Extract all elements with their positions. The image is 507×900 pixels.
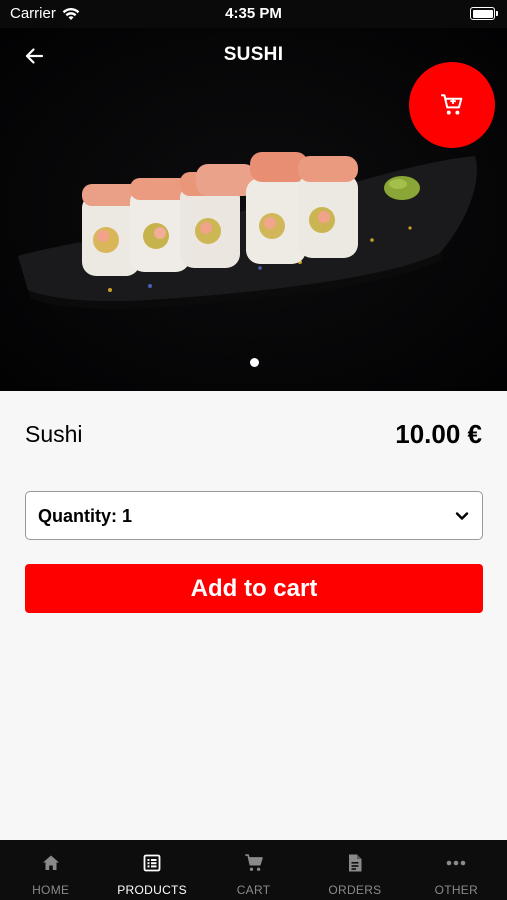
tab-products[interactable]: PRODUCTS — [101, 840, 202, 900]
tab-cart-label: CART — [236, 883, 271, 897]
quantity-select[interactable]: Quantity: 1 — [25, 491, 483, 540]
cart-icon — [441, 94, 463, 115]
tab-products-label: PRODUCTS — [117, 883, 187, 897]
tab-other-label: OTHER — [434, 883, 479, 897]
quantity-label: Quantity: 1 — [38, 506, 133, 526]
status-time: 4:35 PM — [225, 5, 282, 22]
tab-home-label: HOME — [32, 883, 70, 897]
tab-other[interactable]: OTHER — [406, 840, 507, 900]
page-title: SUSHI — [223, 44, 284, 65]
status-bar: Carrier 4:35 PM — [0, 0, 507, 28]
document-icon — [348, 854, 362, 872]
product-name: Sushi — [25, 421, 83, 447]
more-icon — [447, 860, 466, 866]
tab-cart[interactable]: CART — [203, 840, 304, 900]
chevron-down-icon — [455, 512, 469, 520]
cart-fab-button[interactable] — [409, 62, 495, 148]
battery-icon — [470, 7, 498, 20]
product-price: 10.00 € — [395, 419, 482, 449]
tab-orders[interactable]: ORDERS — [304, 840, 405, 900]
tab-bar: HOME PRODUCTS CART ORDERS OTHER — [0, 840, 507, 900]
gallery-page-dot[interactable] — [250, 358, 259, 367]
home-icon — [42, 855, 59, 870]
list-icon — [143, 854, 161, 872]
add-to-cart-button[interactable]: Add to cart — [25, 564, 483, 613]
tab-orders-label: ORDERS — [328, 883, 382, 897]
tab-home[interactable]: HOME — [0, 840, 101, 900]
cart-icon — [244, 854, 263, 871]
